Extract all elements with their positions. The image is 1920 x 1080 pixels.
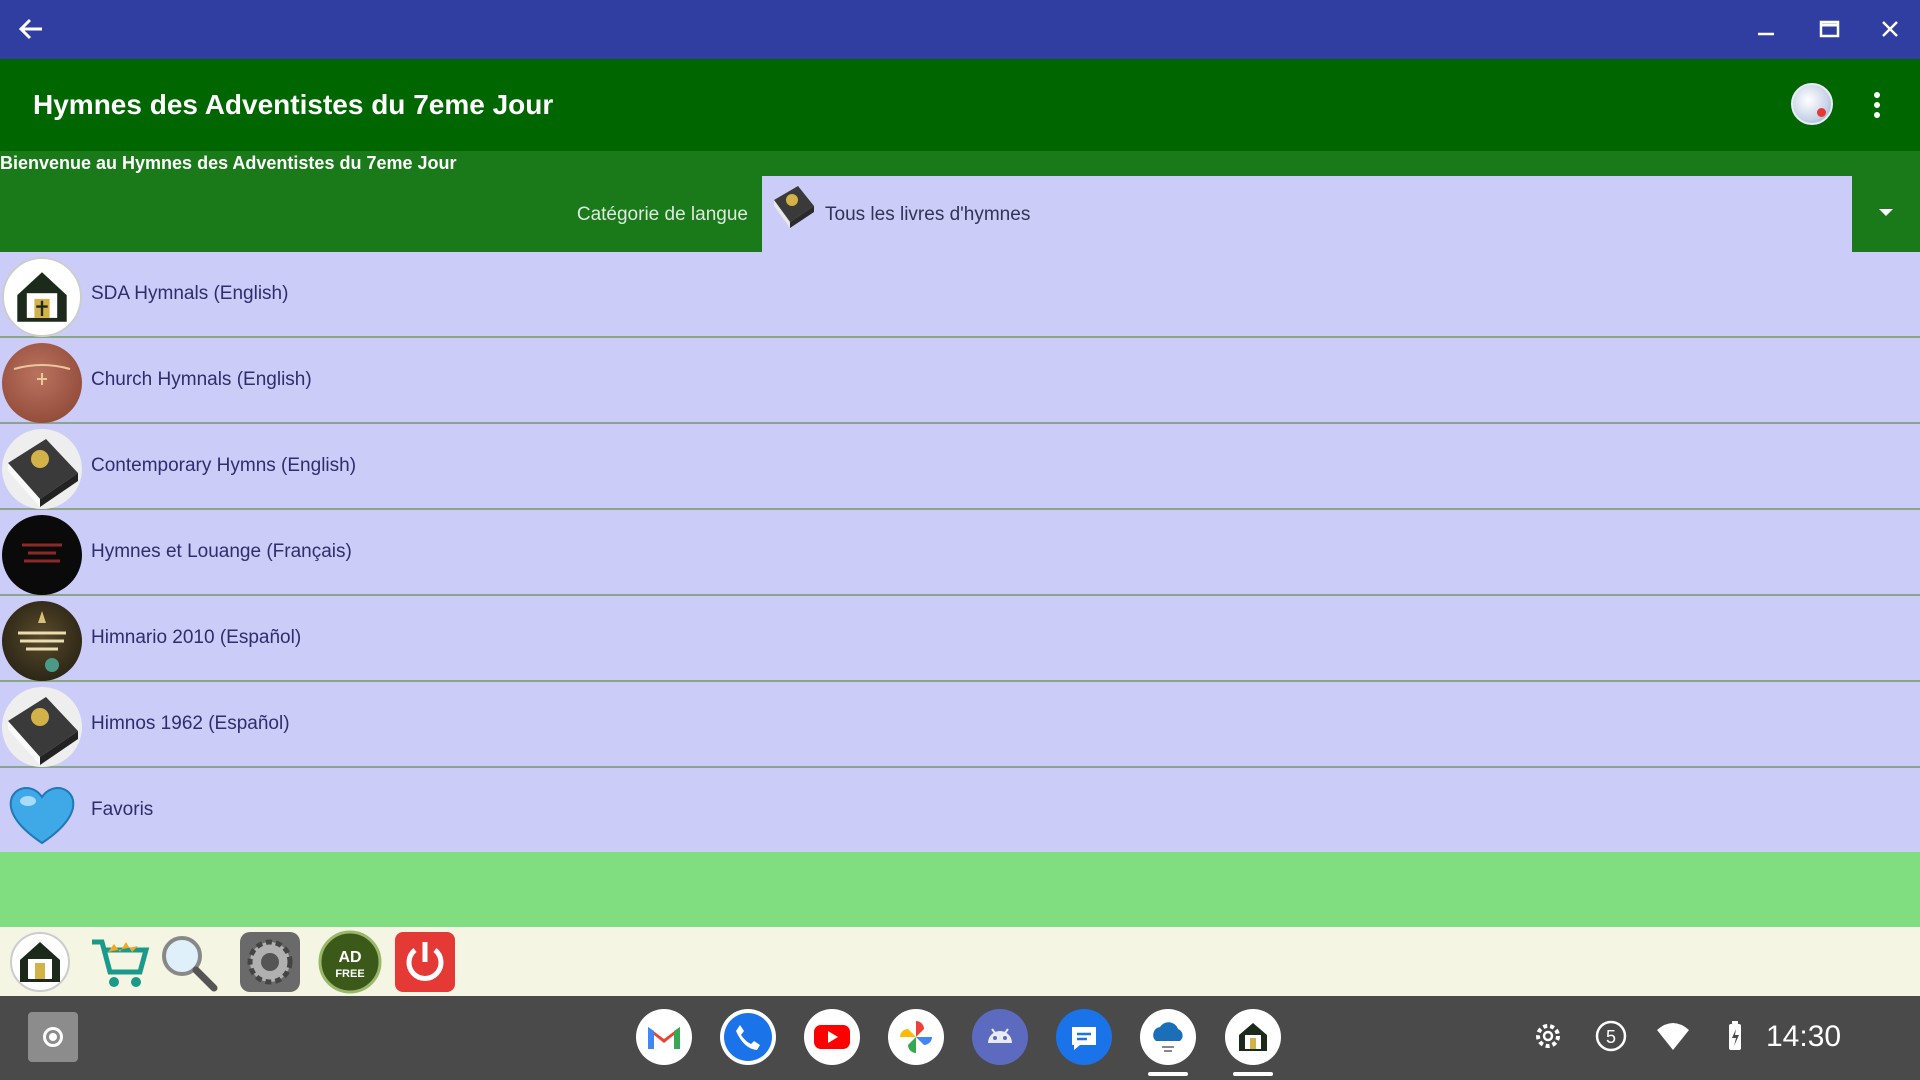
account-avatar-icon[interactable] <box>1791 83 1833 125</box>
window-titlebar <box>0 0 1920 59</box>
settings-icon[interactable] <box>1530 1018 1566 1054</box>
category-dropdown-button[interactable] <box>1852 176 1920 252</box>
himnario-cover-icon <box>2 601 82 681</box>
hymnal-label: SDA Hymnals (English) <box>91 283 289 304</box>
hymnal-item-himnos-1962[interactable]: Himnos 1962 (Español) <box>0 682 1920 768</box>
wifi-icon[interactable] <box>1655 1018 1691 1054</box>
hymn-book-icon <box>2 429 82 509</box>
hymnal-list: SDA Hymnals (English) Church Hymnals (En… <box>0 252 1920 852</box>
home-icon[interactable] <box>8 930 72 994</box>
svg-text:FREE: FREE <box>335 968 364 980</box>
category-select[interactable]: Tous les livres d'hymnes <box>762 176 1852 252</box>
android-icon[interactable] <box>972 1009 1028 1065</box>
cart-icon[interactable] <box>88 930 152 994</box>
cloud-app-running-indicator <box>1148 1072 1188 1076</box>
battery-icon[interactable] <box>1717 1018 1753 1054</box>
hymnal-label: Himnos 1962 (Español) <box>91 713 290 734</box>
app-title: Hymnes des Adventistes du 7eme Jour <box>33 89 554 120</box>
minimize-icon[interactable] <box>1749 12 1783 46</box>
hymnal-item-church[interactable]: Church Hymnals (English) <box>0 338 1920 424</box>
hymnal-app-running-indicator <box>1233 1072 1273 1076</box>
hymn-book-icon <box>774 186 814 228</box>
system-taskbar: 5 14:30 <box>0 996 1920 1080</box>
green-banner <box>0 852 1920 927</box>
hymnal-item-favoris[interactable]: Favoris <box>0 768 1920 852</box>
hymnal-label: Himnario 2010 (Español) <box>91 627 302 648</box>
search-icon[interactable] <box>156 930 220 994</box>
hymnal-label: Church Hymnals (English) <box>91 369 312 390</box>
church-logo-icon <box>2 257 82 337</box>
avatar-badge <box>1817 108 1826 117</box>
hymnes-louange-cover-icon <box>2 515 82 595</box>
ad-free-icon[interactable]: AD FREE <box>318 930 382 994</box>
category-label: Catégorie de langue <box>576 204 748 225</box>
clock: 14:30 <box>1766 1020 1842 1053</box>
phone-icon[interactable] <box>720 1009 776 1065</box>
arrow-drop-down-icon <box>1879 209 1893 216</box>
app-bar: Hymnes des Adventistes du 7eme Jour <box>0 59 1920 151</box>
youtube-icon[interactable] <box>804 1009 860 1065</box>
heart-icon <box>2 773 82 853</box>
hymnal-item-himnario[interactable]: Himnario 2010 (Español) <box>0 596 1920 682</box>
hymnal-item-sda[interactable]: SDA Hymnals (English) <box>0 252 1920 338</box>
church-hymnal-cover-icon <box>2 343 82 423</box>
more-vert-icon[interactable] <box>1862 85 1892 125</box>
launcher-button[interactable] <box>28 1012 78 1062</box>
svg-text:AD: AD <box>338 949 361 966</box>
bottom-toolbar: AD FREE <box>0 927 1920 996</box>
welcome-text: Bienvenue au Hymnes des Adventistes du 7… <box>0 153 457 173</box>
category-selected: Tous les livres d'hymnes <box>825 204 1031 225</box>
hymnal-item-contemporary[interactable]: Contemporary Hymns (English) <box>0 424 1920 510</box>
notification-count-icon[interactable]: 5 <box>1593 1018 1629 1054</box>
settings-gear-icon[interactable] <box>238 930 302 994</box>
hymn-book-icon <box>2 687 82 767</box>
power-icon[interactable] <box>393 930 457 994</box>
svg-text:5: 5 <box>1606 1027 1616 1047</box>
hymnal-item-hymnes-louange[interactable]: Hymnes et Louange (Français) <box>0 510 1920 596</box>
cloud-app-icon[interactable] <box>1140 1009 1196 1065</box>
maximize-icon[interactable] <box>1812 12 1846 46</box>
hymnal-app-icon[interactable] <box>1225 1009 1281 1065</box>
messages-icon[interactable] <box>1056 1009 1112 1065</box>
hymnal-label: Hymnes et Louange (Français) <box>91 541 352 562</box>
close-icon[interactable] <box>1873 12 1907 46</box>
photos-icon[interactable] <box>888 1009 944 1065</box>
hymnal-label: Favoris <box>91 799 154 820</box>
hymnal-label: Contemporary Hymns (English) <box>91 455 357 476</box>
gmail-icon[interactable] <box>636 1009 692 1065</box>
arrow-left-icon[interactable] <box>14 12 48 46</box>
launcher-circle-icon <box>43 1027 63 1047</box>
